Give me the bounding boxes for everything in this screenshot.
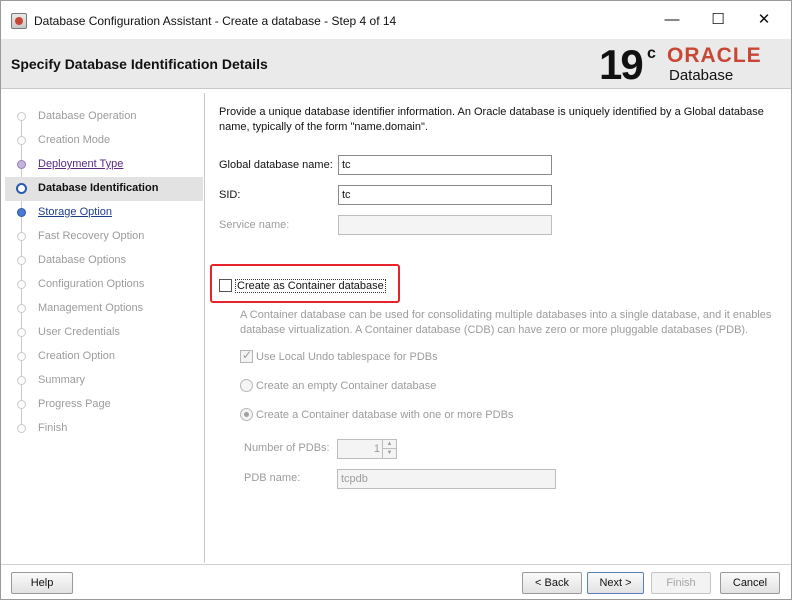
- step-label: Creation Option: [38, 350, 116, 362]
- step-label: Configuration Options: [38, 278, 145, 290]
- page-title: Specify Database Identification Details: [11, 56, 268, 72]
- sidebar-divider: [204, 93, 205, 563]
- pdb-name-input[interactable]: tcpdb: [337, 469, 556, 489]
- step-dot-icon: [17, 400, 26, 409]
- page-header: Specify Database Identification Details …: [1, 39, 791, 89]
- spinner-up-icon[interactable]: ▲: [383, 440, 396, 449]
- step-label: Database Identification: [38, 182, 159, 194]
- step-label: Database Operation: [38, 110, 137, 122]
- step-label[interactable]: Deployment Type: [38, 158, 123, 170]
- spinner-arrows: ▲ ▼: [382, 440, 396, 458]
- spinner-down-icon[interactable]: ▼: [383, 449, 396, 458]
- sid-label: SID:: [219, 189, 241, 201]
- oracle-logo: ORACLE: [667, 44, 762, 67]
- main-panel: Provide a unique database identifier inf…: [206, 93, 789, 563]
- create-cdb-label[interactable]: Create as Container database: [235, 279, 386, 293]
- step-label: User Credentials: [38, 326, 120, 338]
- step-label: Fast Recovery Option: [38, 230, 145, 242]
- step-creation-option: Creation Option: [5, 345, 203, 369]
- step-finish: Finish: [5, 417, 203, 441]
- step-fast-recovery-option: Fast Recovery Option: [5, 225, 203, 249]
- global-db-name-label: Global database name:: [219, 159, 333, 171]
- step-creation-mode: Creation Mode: [5, 129, 203, 153]
- cancel-button[interactable]: Cancel: [720, 572, 780, 594]
- step-dot-icon: [17, 112, 26, 121]
- step-dot-icon: [17, 376, 26, 385]
- step-dot-icon: [17, 328, 26, 337]
- next-button[interactable]: Next >: [587, 572, 644, 594]
- step-storage-option[interactable]: Storage Option: [5, 201, 203, 225]
- cdb-with-pdbs-label: Create a Container database with one or …: [256, 409, 514, 421]
- step-dot-icon: [17, 280, 26, 289]
- step-label: Management Options: [38, 302, 144, 314]
- title-bar: Database Configuration Assistant - Creat…: [1, 1, 791, 39]
- step-label: Summary: [38, 374, 86, 386]
- num-pdbs-value: 1: [373, 443, 380, 455]
- step-navigator: Database Operation Creation Mode Deploym…: [5, 93, 203, 563]
- step-dot-icon: [17, 208, 26, 217]
- cdb-description: A Container database can be used for con…: [240, 309, 772, 336]
- sid-input[interactable]: tc: [338, 185, 552, 205]
- step-dot-icon: [17, 136, 26, 145]
- num-pdbs-label: Number of PDBs:: [244, 442, 330, 454]
- maximize-button[interactable]: ☐: [695, 5, 741, 35]
- finish-button[interactable]: Finish: [651, 572, 711, 594]
- dbca-window: Database Configuration Assistant - Creat…: [0, 0, 792, 600]
- intro-text: Provide a unique database identifier inf…: [219, 106, 764, 133]
- step-label[interactable]: Storage Option: [38, 206, 112, 218]
- step-management-options: Management Options: [5, 297, 203, 321]
- step-database-options: Database Options: [5, 249, 203, 273]
- local-undo-label: Use Local Undo tablespace for PDBs: [256, 351, 438, 363]
- step-label: Progress Page: [38, 398, 111, 410]
- pdb-name-label: PDB name:: [244, 472, 301, 484]
- step-database-identification: Database Identification: [5, 177, 203, 201]
- empty-cdb-label: Create an empty Container database: [256, 380, 437, 392]
- oracle-version-suffix: c: [647, 45, 656, 62]
- step-user-credentials: User Credentials: [5, 321, 203, 345]
- local-undo-checkbox[interactable]: [240, 348, 253, 363]
- step-dot-icon: [17, 304, 26, 313]
- minimize-button[interactable]: —: [649, 5, 695, 35]
- back-button[interactable]: < Back: [522, 572, 582, 594]
- service-name-label: Service name:: [219, 219, 290, 231]
- step-deployment-type[interactable]: Deployment Type: [5, 153, 203, 177]
- close-button[interactable]: ✕: [741, 5, 787, 35]
- oracle-product-name: Database: [669, 67, 734, 84]
- step-configuration-options: Configuration Options: [5, 273, 203, 297]
- step-label: Creation Mode: [38, 134, 111, 146]
- help-button[interactable]: Help: [11, 572, 73, 594]
- step-dot-icon: [17, 352, 26, 361]
- dbca-app-icon: [11, 13, 27, 29]
- cdb-with-pdbs-radio[interactable]: [240, 408, 253, 421]
- global-db-name-input[interactable]: tc: [338, 155, 552, 175]
- window-title: Database Configuration Assistant - Creat…: [34, 14, 397, 28]
- current-step-icon: [16, 183, 27, 194]
- step-dot-icon: [17, 424, 26, 433]
- step-dot-icon: [17, 232, 26, 241]
- step-progress-page: Progress Page: [5, 393, 203, 417]
- step-dot-icon: [17, 160, 26, 169]
- num-pdbs-spinner[interactable]: 1 ▲ ▼: [337, 439, 397, 459]
- step-label: Finish: [38, 422, 68, 434]
- step-summary: Summary: [5, 369, 203, 393]
- create-cdb-checkbox[interactable]: [219, 279, 232, 292]
- oracle-version-logo: 19: [599, 41, 644, 88]
- step-database-operation: Database Operation: [5, 105, 203, 129]
- step-dot-icon: [17, 256, 26, 265]
- service-name-input[interactable]: [338, 215, 552, 235]
- footer-divider: [1, 564, 791, 565]
- step-label: Database Options: [38, 254, 127, 266]
- empty-cdb-radio[interactable]: [240, 379, 253, 392]
